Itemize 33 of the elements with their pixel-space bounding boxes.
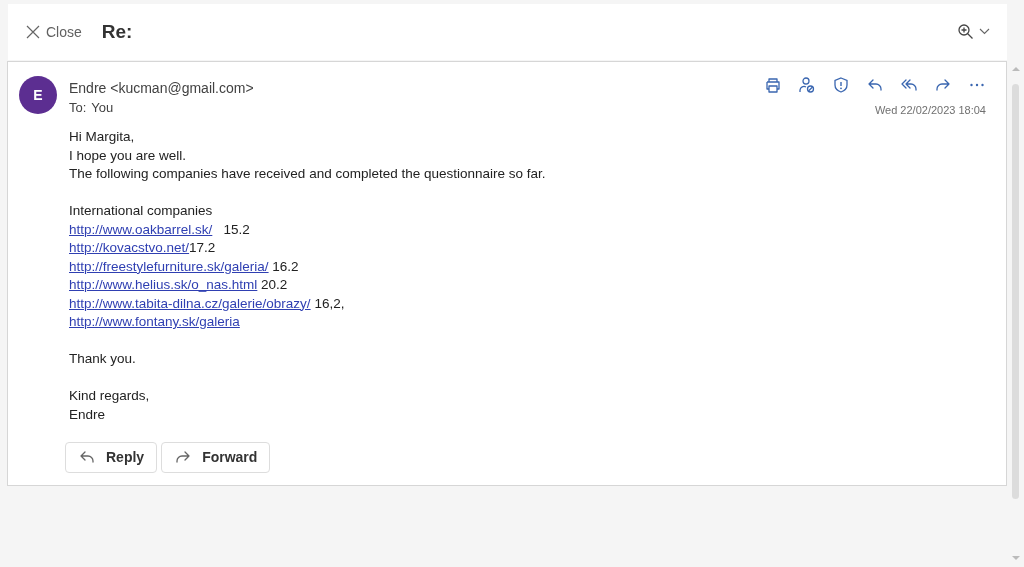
date-note: 15.2 (222, 220, 250, 239)
reply-button[interactable]: Reply (65, 441, 158, 473)
body-text: The following companies have received and completed the questionnaire so far. (69, 165, 546, 183)
link[interactable]: http://freestylefurniture.sk/galeria/ (69, 257, 269, 276)
link[interactable]: http://kovacstvo.net/ (69, 239, 190, 258)
sender-name: Endre <kucman@gmail.com> (69, 80, 255, 96)
body-text: Endre (69, 405, 106, 424)
link[interactable]: http://www.fontany.sk/galeria (69, 313, 240, 332)
link[interactable]: http://www.helius.sk/o_nas.html (69, 276, 258, 295)
forward-button[interactable]: Forward (161, 441, 271, 473)
scrollbar-thumb[interactable] (1012, 84, 1019, 499)
date-note: 17.2 (189, 239, 216, 257)
close-button[interactable]: Close (26, 24, 82, 40)
date-note: 16.2 (271, 257, 299, 276)
body-text: Kind regards, (69, 387, 150, 405)
body-text: I hope you are well. (69, 146, 187, 165)
to-label: To: (69, 100, 87, 115)
link[interactable]: http://www.oakbarrel.sk/ (69, 220, 213, 239)
date-note: 20.2 (260, 276, 288, 294)
body-text: Hi Margita, (69, 128, 135, 146)
date-note: 16,2, (313, 294, 345, 313)
zoom-button[interactable] (957, 23, 991, 41)
sender-avatar: E (19, 76, 57, 114)
person-block-icon[interactable] (798, 76, 816, 94)
body-text: Thank you. (69, 350, 136, 368)
close-icon (26, 25, 40, 39)
body-text: International companies (69, 202, 213, 220)
print-icon[interactable] (764, 76, 782, 94)
message-date: Wed 22/02/2023 18:04 (874, 104, 986, 116)
shield-icon[interactable] (832, 76, 850, 94)
recipient-name: You (91, 100, 114, 115)
link[interactable]: http://www.tabita-dilna.cz/galerie/obrazy/ (69, 294, 311, 313)
subject-title: Re: (101, 21, 134, 43)
